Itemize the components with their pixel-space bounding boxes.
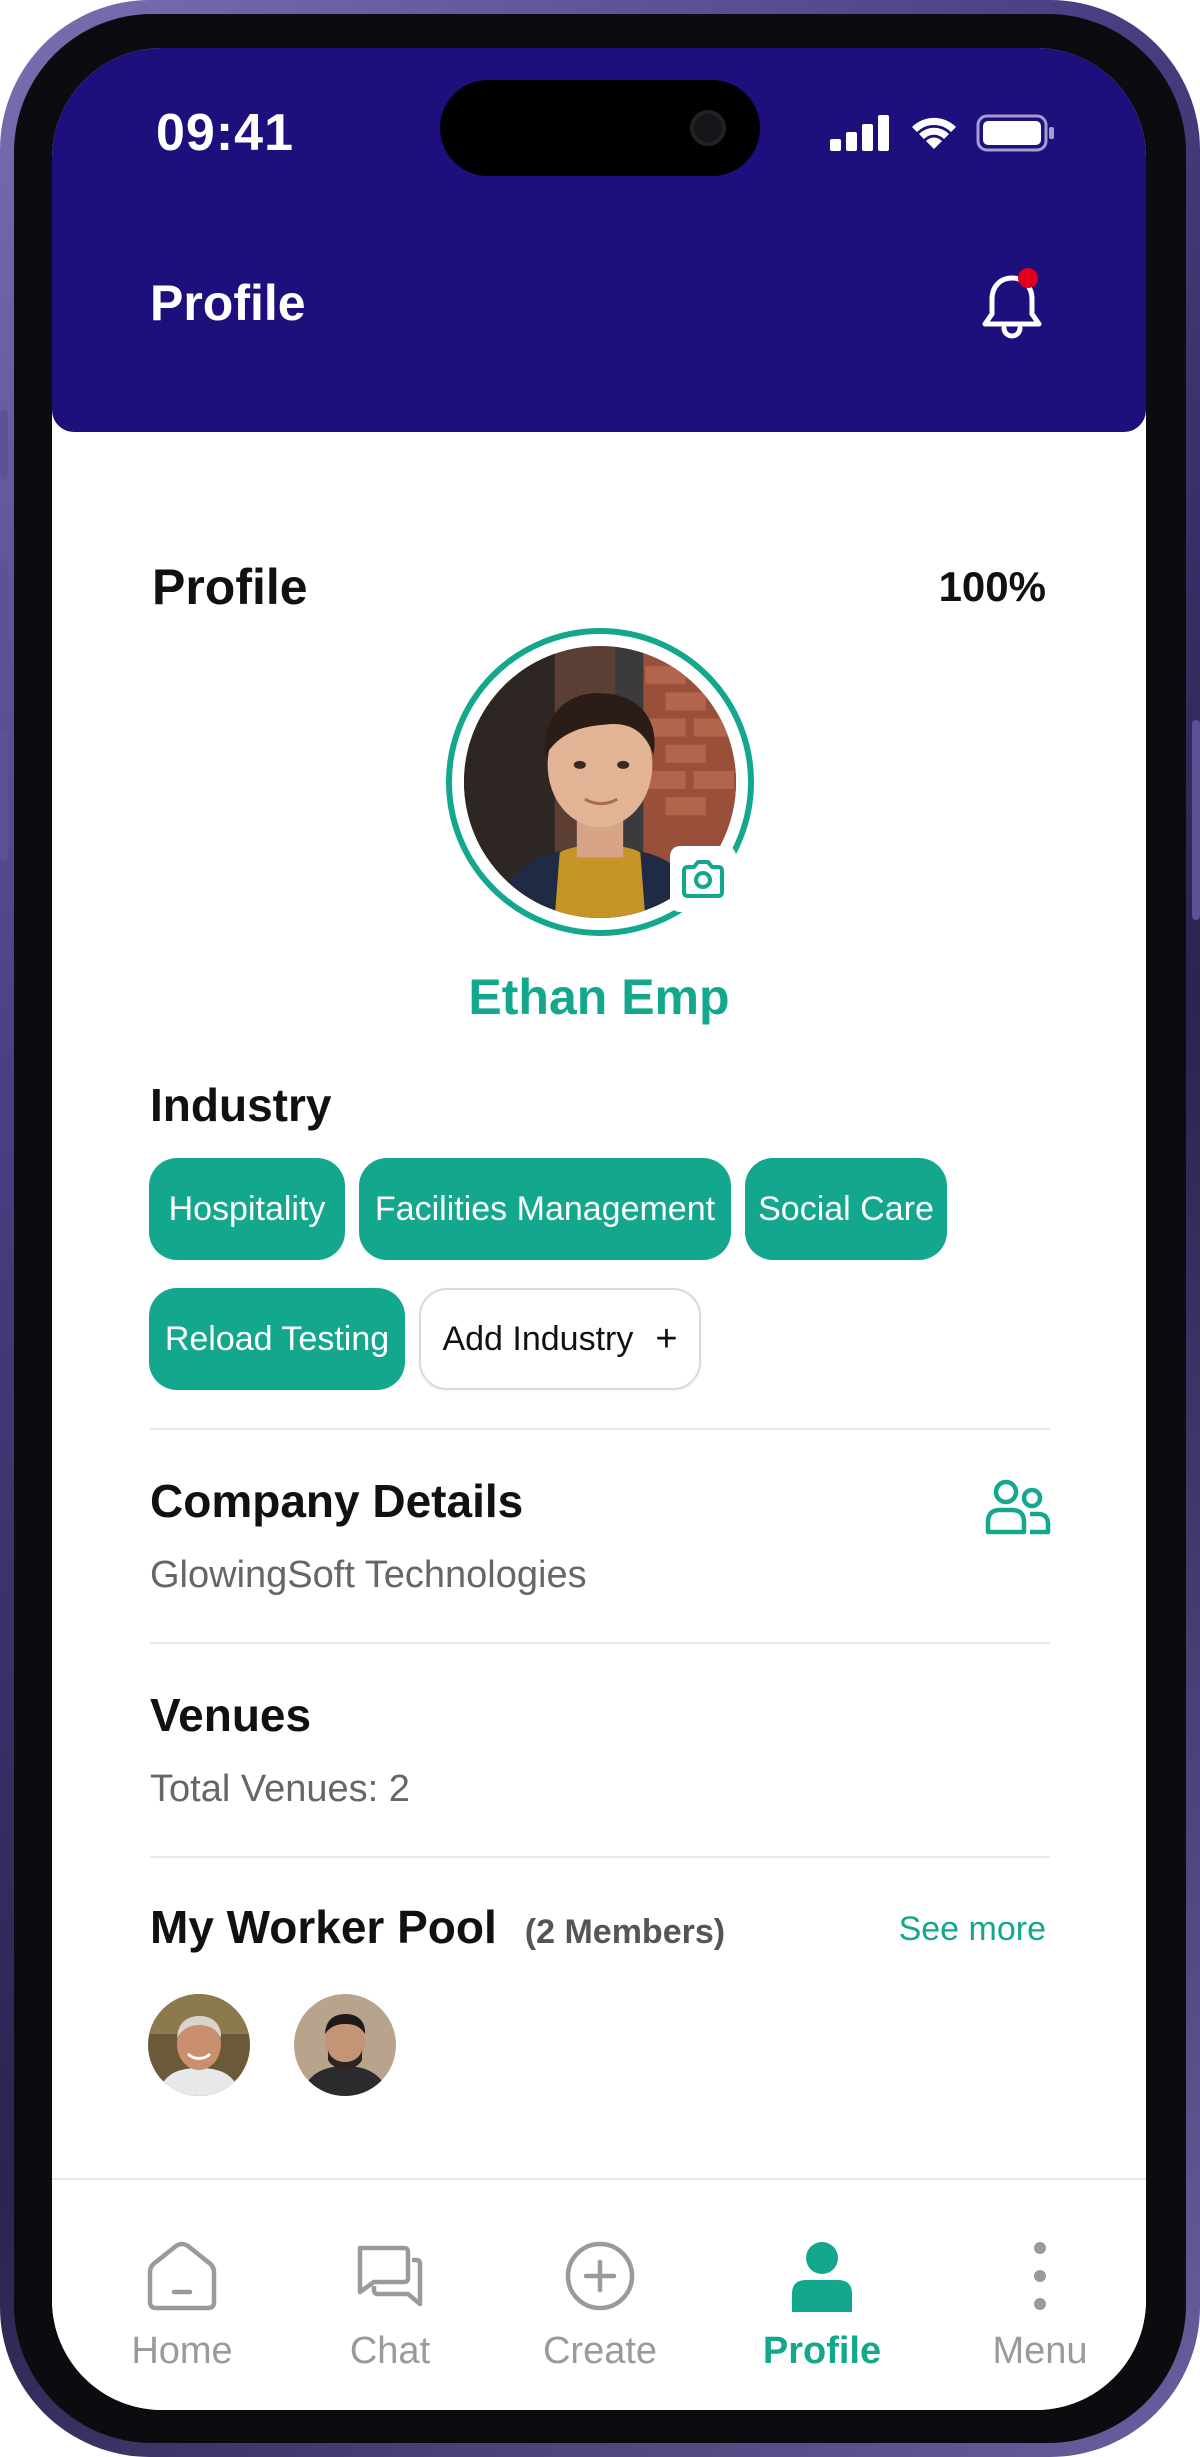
divider <box>150 1856 1050 1858</box>
venues-label: Venues <box>150 1689 312 1741</box>
phone-power-button <box>1192 720 1200 920</box>
tab-create[interactable]: Create <box>510 2180 690 2380</box>
status-icons <box>830 114 1056 152</box>
industry-label: Industry <box>150 1079 332 1131</box>
profile-name: Ethan Emp <box>468 969 730 1025</box>
battery-icon <box>976 114 1054 152</box>
user-icon <box>792 2242 852 2312</box>
header-title: Profile <box>150 275 306 331</box>
industry-chip-hospitality[interactable]: Hospitality <box>149 1158 345 1260</box>
bottom-tab-bar: Home Chat Create Profile Menu <box>52 2178 1146 2410</box>
chat-icon <box>357 2245 423 2307</box>
front-camera <box>690 110 726 146</box>
phone-frame: 09:41 Profile Profile 100% Ethan Emp Ind… <box>0 0 1200 2457</box>
change-photo-button[interactable] <box>670 846 736 912</box>
profile-heading-row: Profile 100% <box>152 558 1046 616</box>
camera-icon <box>682 860 724 898</box>
industry-chip-facilities-management[interactable]: Facilities Management <box>359 1158 731 1260</box>
total-venues: Total Venues: 2 <box>150 1768 410 1810</box>
more-vertical-icon <box>1034 2242 1046 2310</box>
tab-profile-label: Profile <box>762 2330 882 2372</box>
tab-home-label: Home <box>131 2330 233 2372</box>
dynamic-island <box>440 80 760 176</box>
plus-circle-icon <box>565 2241 635 2311</box>
divider <box>150 1642 1050 1644</box>
notification-bell-icon[interactable] <box>972 266 1052 346</box>
phone-volume-up <box>0 560 8 690</box>
industry-chip-reload-testing[interactable]: Reload Testing <box>149 1288 405 1390</box>
tab-home[interactable]: Home <box>92 2180 272 2380</box>
profile-completion: 100% <box>938 563 1046 610</box>
add-industry-button[interactable]: Add Industry + <box>419 1288 701 1390</box>
tab-menu[interactable]: Menu <box>950 2180 1130 2380</box>
worker-avatar[interactable] <box>148 1994 250 2096</box>
phone-volume-down <box>0 730 8 860</box>
team-icon[interactable] <box>982 1476 1052 1540</box>
company-details-label: Company Details <box>150 1475 524 1527</box>
phone-side-button <box>0 410 8 480</box>
notification-dot <box>1018 268 1038 288</box>
industry-chip-social-care[interactable]: Social Care <box>745 1158 947 1260</box>
wifi-icon <box>912 117 956 149</box>
worker-pool-heading: My Worker Pool (2 Members) <box>150 1900 725 1954</box>
tab-create-label: Create <box>542 2330 658 2372</box>
status-time: 09:41 <box>156 104 294 162</box>
add-industry-label: Add Industry <box>442 1319 634 1358</box>
worker-pool-label: My Worker Pool <box>150 1901 497 1953</box>
tab-chat[interactable]: Chat <box>300 2180 480 2380</box>
profile-heading: Profile <box>152 559 308 615</box>
tab-menu-label: Menu <box>992 2330 1088 2372</box>
plus-icon: + <box>655 1317 678 1360</box>
worker-avatar[interactable] <box>294 1994 396 2096</box>
signal-icon <box>830 115 889 151</box>
tab-profile[interactable]: Profile <box>732 2180 912 2380</box>
divider <box>150 1428 1050 1430</box>
see-more-link[interactable]: See more <box>899 1910 1046 1949</box>
app-header: 09:41 Profile <box>52 48 1146 432</box>
company-name: GlowingSoft Technologies <box>150 1554 587 1596</box>
home-icon <box>147 2241 217 2311</box>
tab-chat-label: Chat <box>349 2330 431 2372</box>
worker-pool-member-count: (2 Members) <box>524 1913 726 1951</box>
app-screen: 09:41 Profile Profile 100% Ethan Emp Ind… <box>52 48 1146 2410</box>
